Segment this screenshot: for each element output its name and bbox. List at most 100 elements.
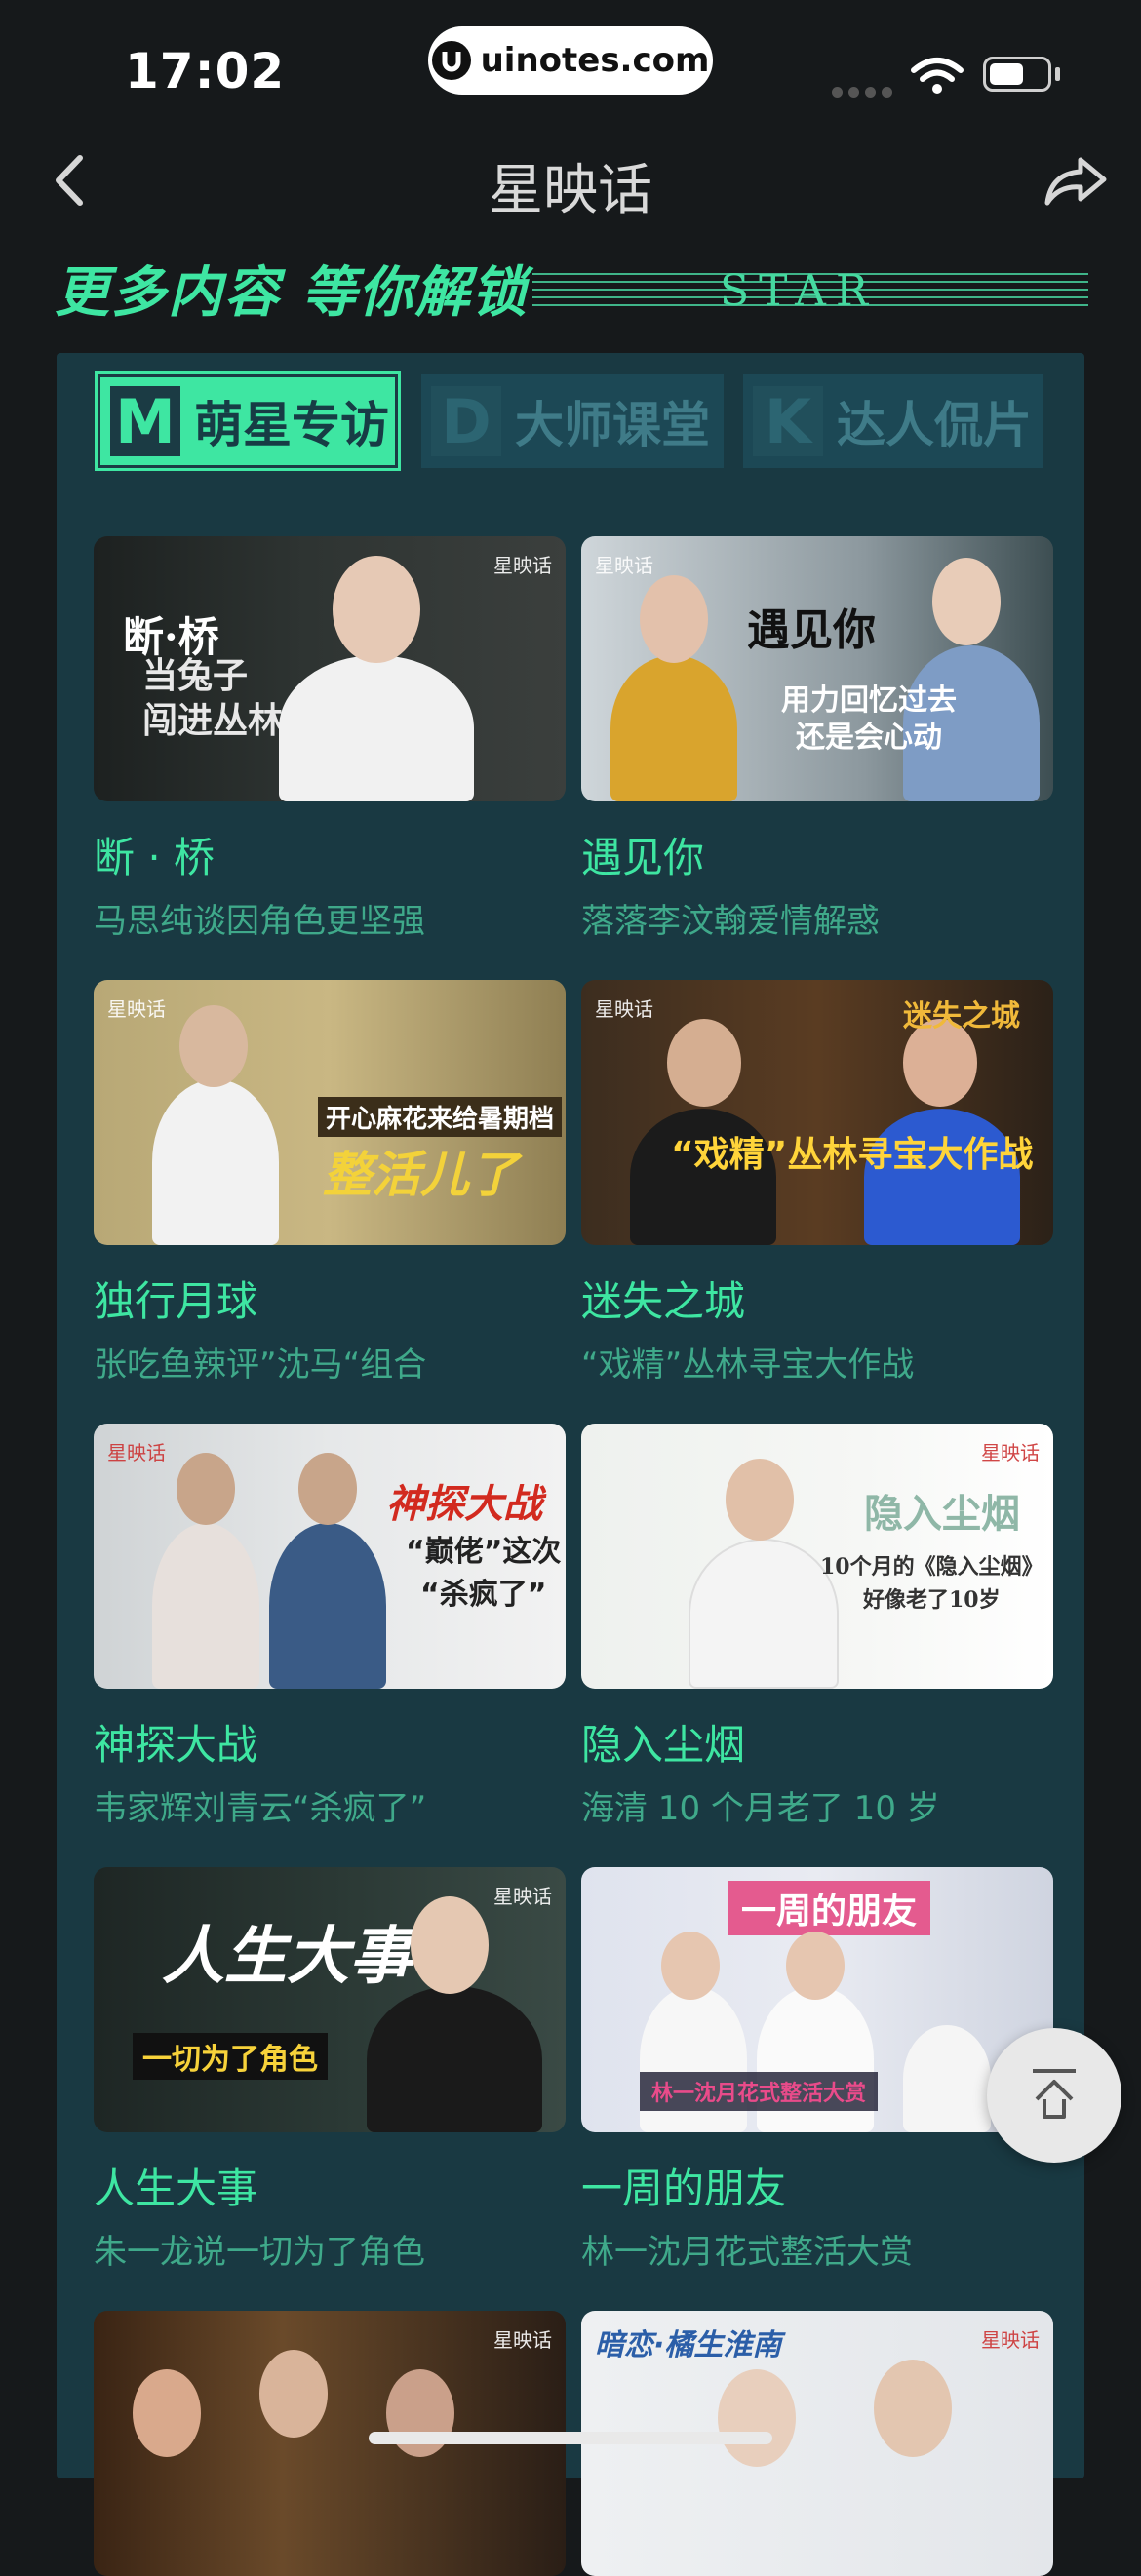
tab-letter: K — [753, 386, 823, 457]
video-card[interactable]: 隐入尘烟 10个月的《隐入尘烟》 好像老了10岁 星映话 隐入尘烟 海清 10 … — [581, 1424, 1053, 1829]
thumbnail-face — [298, 1453, 357, 1525]
thumbnail-person — [689, 1539, 839, 1689]
status-bar: 17:02 uinotes.com — [0, 0, 1141, 137]
thumbnail-face — [411, 1896, 489, 1994]
video-card[interactable]: 断·桥 当兔子 闯进丛林 星映话 断 · 桥 马思纯谈因角色更坚强 — [94, 536, 566, 942]
cellular-signal-icon — [832, 83, 898, 101]
thumbnail-person — [152, 1079, 279, 1245]
tab-letter: D — [431, 386, 501, 457]
thumbnail-logo-text: 暗恋·橘生淮南 — [595, 2328, 782, 2362]
card-title: 断 · 桥 — [94, 834, 216, 881]
card-title: 迷失之城 — [581, 1277, 746, 1325]
wifi-icon — [910, 57, 964, 99]
brand-logo: 星映话 — [981, 2328, 1040, 2352]
tab-label: 大师课堂 — [515, 397, 710, 453]
brand-logo: 星映话 — [107, 1441, 166, 1464]
video-thumbnail[interactable]: 隐入尘烟 10个月的《隐入尘烟》 好像老了10岁 星映话 — [581, 1424, 1053, 1689]
thumbnail-person — [279, 655, 474, 801]
thumbnail-person — [367, 1986, 542, 2132]
thumbnail-caption: “戏精”丛林寻宝大作战 — [671, 1135, 1034, 1175]
video-card[interactable]: 迷失之城 “戏精”丛林寻宝大作战 星映话 迷失之城 “戏精”丛林寻宝大作战 — [581, 980, 1053, 1386]
card-title: 人生大事 — [94, 2165, 258, 2212]
tab-master-class[interactable]: D 大师课堂 — [421, 374, 724, 468]
thumbnail-face — [661, 1932, 720, 2000]
thumbnail-person — [152, 1523, 259, 1689]
scroll-to-top-button[interactable] — [987, 2028, 1121, 2163]
video-card[interactable]: 人生大事 一切为了角色 星映话 人生大事 朱一龙说一切为了角色 — [94, 1867, 566, 2273]
page-title: 星映话 — [489, 159, 652, 222]
thumbnail-person — [903, 2025, 991, 2132]
thumbnail-face — [179, 1005, 248, 1087]
tab-label: 达人侃片 — [837, 397, 1032, 453]
video-card[interactable]: 神探大战 “巅佬”这次 “杀疯了” 星映话 神探大战 韦家辉刘青云“杀疯了” — [94, 1424, 566, 1829]
video-card[interactable]: 开心麻花来给暑期档 整活儿了 星映话 独行月球 张吃鱼辣评”沈马“组合 — [94, 980, 566, 1386]
thumbnail-face — [932, 558, 1001, 645]
brand-logo: 星映话 — [981, 1441, 1040, 1464]
thumbnail-face — [726, 1459, 794, 1541]
card-title: 遇见你 — [581, 834, 705, 881]
brand-logo: 星映话 — [493, 554, 552, 577]
tab-letter: M — [110, 386, 180, 457]
thumbnail-caption: 林一沈月花式整活大赏 — [640, 2072, 879, 2111]
thumbnail-face — [333, 556, 420, 663]
site-logo-icon — [431, 41, 471, 80]
thumbnail-logo-text: 遇见你 — [747, 605, 876, 655]
battery-tip — [1055, 67, 1060, 81]
video-thumbnail[interactable]: 神探大战 “巅佬”这次 “杀疯了” 星映话 — [94, 1424, 566, 1689]
thumbnail-caption: 整活儿了 — [323, 1147, 518, 1203]
arrow-up-icon — [1033, 2069, 1076, 2119]
thumbnail-face — [786, 1932, 845, 2000]
thumbnail-face — [259, 2350, 328, 2438]
tab-label: 萌星专访 — [194, 397, 389, 453]
card-subtitle: “戏精”丛林寻宝大作战 — [581, 1346, 915, 1385]
video-thumbnail[interactable]: 断·桥 当兔子 闯进丛林 星映话 — [94, 536, 566, 801]
thumbnail-logo-text: 神探大战 — [386, 1482, 542, 1527]
thumbnail-face — [667, 1019, 741, 1107]
thumbnail-logo-text: 隐入尘烟 — [864, 1491, 1020, 1537]
card-title: 一周的朋友 — [581, 2165, 787, 2212]
video-thumbnail[interactable]: 开心麻花来给暑期档 整活儿了 星映话 — [94, 980, 566, 1245]
thumbnail-face — [718, 2369, 796, 2467]
card-subtitle: 海清 10 个月老了 10 岁 — [581, 1789, 940, 1828]
video-thumbnail[interactable]: 迷失之城 “戏精”丛林寻宝大作战 星映话 — [581, 980, 1053, 1245]
thumbnail-person — [610, 655, 737, 801]
card-title: 神探大战 — [94, 1721, 258, 1769]
brand-logo: 星映话 — [107, 997, 166, 1021]
card-subtitle: 林一沈月花式整活大赏 — [581, 2233, 913, 2272]
video-thumbnail[interactable]: 一周的朋友 林一沈月花式整活大赏 — [581, 1867, 1053, 2132]
card-title: 独行月球 — [94, 1277, 258, 1325]
thumbnail-face — [177, 1453, 235, 1525]
battery-icon — [983, 57, 1051, 92]
home-indicator — [369, 2432, 772, 2444]
brand-logo: 星映话 — [493, 2328, 552, 2352]
thumbnail-caption: 一切为了角色 — [133, 2033, 328, 2080]
url-pill[interactable]: uinotes.com — [428, 26, 713, 95]
video-thumbnail[interactable]: 人生大事 一切为了角色 星映话 — [94, 1867, 566, 2132]
brand-logo: 星映话 — [595, 997, 653, 1021]
card-subtitle: 朱一龙说一切为了角色 — [94, 2233, 425, 2272]
brand-logo: 星映话 — [595, 554, 653, 577]
card-title: 隐入尘烟 — [581, 1721, 746, 1769]
card-subtitle: 落落李汶翰爱情解惑 — [581, 902, 880, 941]
banner-star-text: STAR — [720, 266, 878, 316]
thumbnail-caption: “巅佬”这次 “杀疯了” — [406, 1535, 562, 1612]
tab-expert-film-talk[interactable]: K 达人侃片 — [743, 374, 1043, 468]
thumbnail-logo-text: 一周的朋友 — [728, 1881, 931, 1935]
tab-cute-star-interview[interactable]: M 萌星专访 — [95, 371, 401, 471]
video-card[interactable]: 一周的朋友 林一沈月花式整活大赏 一周的朋友 林一沈月花式整活大赏 — [581, 1867, 1053, 2273]
brand-logo: 星映话 — [493, 1885, 552, 1908]
banner-text: 更多内容 等你解锁 — [55, 261, 529, 325]
video-thumbnail[interactable]: 遇见你 用力回忆过去 还是会心动 星映话 — [581, 536, 1053, 801]
share-icon[interactable] — [1042, 146, 1110, 215]
video-card[interactable]: 遇见你 用力回忆过去 还是会心动 星映话 遇见你 落落李汶翰爱情解惑 — [581, 536, 1053, 942]
thumbnail-tag: 开心麻花来给暑期档 — [318, 1097, 563, 1137]
thumbnail-caption: 10个月的《隐入尘烟》 好像老了10岁 — [820, 1554, 1043, 1613]
card-subtitle: 韦家辉刘青云“杀疯了” — [94, 1789, 427, 1828]
status-time: 17:02 — [125, 43, 286, 99]
thumbnail-caption: 当兔子 闯进丛林 — [142, 655, 284, 741]
card-subtitle: 张吃鱼辣评”沈马“组合 — [94, 1346, 427, 1385]
thumbnail-logo-text: 迷失之城 — [903, 999, 1020, 1034]
thumbnail-face — [640, 575, 708, 663]
thumbnail-logo-text: 人生大事 — [162, 1920, 412, 1993]
thumbnail-face — [133, 2369, 201, 2457]
